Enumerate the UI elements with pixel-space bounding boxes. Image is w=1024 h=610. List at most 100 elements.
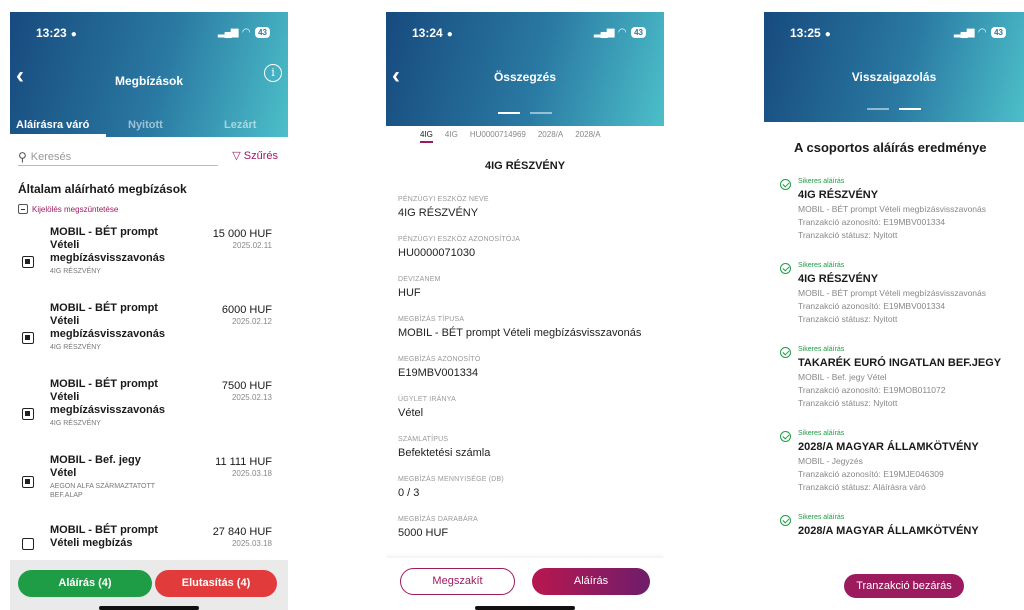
order-name: MOBIL - BÉT prompt Vételi megbízásvissza…: [50, 226, 165, 264]
field-value: Befektetési számla: [398, 447, 491, 459]
order-amount: 7500 HUF: [221, 380, 272, 392]
instrument-tab[interactable]: HU0000714969: [470, 130, 526, 143]
wifi-icon: ◠: [978, 27, 987, 38]
detail-field: MEGBÍZÁS AZONOSÍTÓ E19MBV001334: [398, 356, 656, 396]
step-dot: [530, 112, 552, 114]
order-date: 2025.03.18: [231, 469, 272, 478]
check-circle-icon: [780, 347, 791, 358]
result-instrument: TAKARÉK EURÓ INGATLAN BEF.JEGY: [798, 357, 1002, 369]
field-value: HU0000071030: [398, 247, 476, 259]
result-status: Sikeres aláírás: [798, 346, 845, 353]
home-indicator: [475, 606, 575, 610]
search-input[interactable]: [30, 150, 201, 163]
sign-button[interactable]: Aláírás (4): [18, 570, 152, 597]
tab-awaiting-signature[interactable]: Aláírásra váró: [16, 119, 89, 131]
field-value: 5000 HUF: [398, 527, 449, 539]
field-value: 0 / 3: [398, 487, 420, 499]
info-icon[interactable]: i: [264, 64, 282, 82]
person-icon: ●: [446, 29, 453, 40]
result-list: Sikeres aláírás 4IG RÉSZVÉNY MOBIL - BÉT…: [780, 178, 1024, 554]
field-label: PÉNZÜGYI ESZKÖZ AZONOSÍTÓJA: [398, 236, 521, 243]
order-item[interactable]: MOBIL - Bef. jegy Vétel AEGON ALFA SZÁRM…: [10, 454, 288, 524]
order-name: MOBIL - BÉT prompt Vételi megbízásvissza…: [50, 302, 165, 340]
action-bar: Megszakít Aláírás: [386, 558, 664, 610]
order-checkbox[interactable]: [22, 256, 34, 268]
instrument-tab[interactable]: 2028/A: [575, 130, 600, 143]
close-transaction-button[interactable]: Tranzakció bezárás: [844, 574, 964, 598]
deselect-all-button[interactable]: Kijelölés megszüntetése: [18, 204, 118, 214]
result-instrument: 2028/A MAGYAR ÁLLAMKÖTVÉNY: [798, 525, 979, 537]
tab-open[interactable]: Nyitott: [128, 119, 163, 131]
order-amount: 6000 HUF: [221, 304, 272, 316]
detail-field: MEGBÍZÁS MENNYISÉGE (DB) 0 / 3: [398, 476, 656, 516]
field-value: MOBIL - BÉT prompt Vételi megbízásvissza…: [398, 327, 642, 339]
check-circle-icon: [780, 179, 791, 190]
order-amount: 11 111 HUF: [215, 456, 272, 468]
status-time: 13:23 ●: [36, 26, 77, 40]
field-value: 4IG RÉSZVÉNY: [398, 207, 479, 219]
page-title: Megbízások: [114, 74, 183, 88]
order-item[interactable]: MOBIL - BÉT prompt Vételi megbízásvissza…: [10, 378, 288, 454]
filter-icon: ▽: [232, 150, 241, 162]
status-time: 13:24 ●: [412, 26, 453, 40]
result-status: Sikeres aláírás: [798, 178, 845, 185]
order-name: MOBIL - Bef. jegy Vétel: [50, 454, 141, 479]
order-item[interactable]: MOBIL - BÉT prompt Vételi megbízás 27 84…: [10, 524, 288, 564]
battery-icon: 43: [991, 27, 1006, 38]
order-checkbox[interactable]: [22, 332, 34, 344]
result-type: MOBIL - Jegyzés: [798, 456, 863, 466]
tab-closed[interactable]: Lezárt: [224, 119, 256, 131]
wifi-icon: ◠: [618, 27, 627, 38]
detail-field: DEVIZANEM HUF: [398, 276, 656, 316]
result-type: MOBIL - BÉT prompt Vételi megbízásvissza…: [798, 204, 987, 214]
field-label: ÜGYLET IRÁNYA: [398, 396, 456, 403]
signal-icon: ▂▄▆: [593, 27, 614, 38]
sign-button[interactable]: Aláírás: [532, 568, 650, 595]
header: 13:23 ● ▂▄▆ ◠ 43 ‹ Megbízások i Aláírásra v…: [10, 12, 288, 137]
step-indicator: [386, 112, 664, 114]
person-icon: ●: [70, 29, 77, 40]
order-date: 2025.02.13: [231, 393, 272, 402]
detail-field: ÜGYLET IRÁNYA Vétel: [398, 396, 656, 436]
result-transaction-id: Tranzakció azonosító: E19MBV001334: [798, 217, 946, 227]
instrument-tab[interactable]: 4IG: [420, 130, 433, 143]
field-value: E19MBV001334: [398, 367, 479, 379]
order-date: 2025.02.12: [231, 317, 272, 326]
result-heading: A csoportos aláírás eredménye: [794, 140, 987, 155]
result-item: Sikeres aláírás 2028/A MAGYAR ÁLLAMKÖTVÉ…: [780, 514, 1024, 554]
cancel-button[interactable]: Megszakít: [400, 568, 515, 595]
instrument-tab[interactable]: 4IG: [445, 130, 458, 143]
active-tab-indicator: [10, 134, 106, 137]
section-title: Általam aláírható megbízások: [18, 182, 187, 196]
order-item[interactable]: MOBIL - BÉT prompt Vételi megbízásvissza…: [10, 226, 288, 302]
action-bar: Aláírás (4) Elutasítás (4): [10, 560, 288, 610]
order-instrument: 4IG RÉSZVÉNY: [50, 344, 101, 351]
order-checkbox[interactable]: [22, 538, 34, 550]
result-transaction-status: Tranzakció státusz: Nyitott: [798, 230, 898, 240]
check-circle-icon: [780, 515, 791, 526]
wifi-icon: ◠: [242, 27, 251, 38]
deselect-label: Kijelölés megszüntetése: [32, 204, 119, 214]
field-label: SZÁMLATÍPUS: [398, 436, 449, 443]
signal-icon: ▂▄▆: [217, 27, 238, 38]
detail-field: PÉNZÜGYI ESZKÖZ AZONOSÍTÓJA HU0000071030: [398, 236, 656, 276]
result-transaction-status: Tranzakció státusz: Aláírásra váró: [798, 482, 926, 492]
filter-button[interactable]: ▽ Szűrés: [232, 149, 278, 163]
order-item[interactable]: MOBIL - BÉT prompt Vételi megbízásvissza…: [10, 302, 288, 378]
order-checkbox[interactable]: [22, 408, 34, 420]
step-dot: [867, 108, 889, 110]
instrument-heading: 4IG RÉSZVÉNY: [484, 160, 566, 172]
result-transaction-status: Tranzakció státusz: Nyitott: [798, 398, 898, 408]
order-checkbox[interactable]: [22, 476, 34, 488]
instrument-tab[interactable]: 2028/A: [538, 130, 563, 143]
status-time: 13:25 ●: [790, 26, 831, 40]
page-title: Visszaigazolás: [851, 70, 937, 84]
header: 13:24 ● ▂▄▆ ◠ 43 ‹ Összegzés: [386, 12, 664, 126]
reject-button[interactable]: Elutasítás (4): [155, 570, 277, 597]
order-date: 2025.02.11: [232, 241, 272, 250]
header: 13:25 ● ▂▄▆ ◠ 43 Visszaigazolás: [764, 12, 1024, 122]
minus-checkbox-icon: [18, 204, 28, 214]
order-instrument: 4IG RÉSZVÉNY: [50, 268, 101, 275]
search-box: ⚲: [18, 148, 218, 166]
result-status: Sikeres aláírás: [798, 430, 845, 437]
